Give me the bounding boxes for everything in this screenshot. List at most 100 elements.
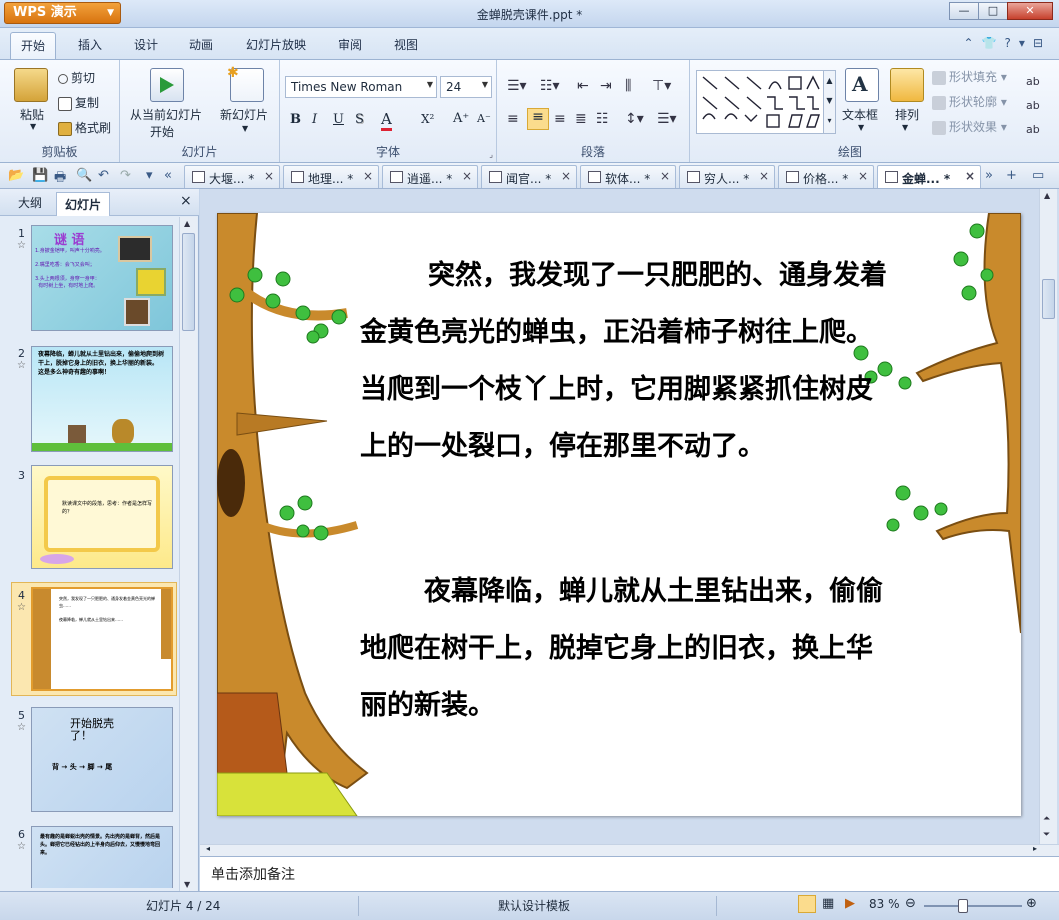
shapes-gallery[interactable]: ▲ ▼ ▾	[696, 70, 836, 134]
open-icon[interactable]: 📂	[8, 168, 24, 183]
from-current-slide-button[interactable]: 从当前幻灯片	[130, 106, 202, 123]
slideshow-icon[interactable]: ▶	[845, 896, 855, 911]
superscript-button[interactable]: X²	[421, 112, 434, 126]
dropdown-icon[interactable]: ▾	[1019, 36, 1033, 50]
close-tab-icon[interactable]: ×	[660, 169, 670, 183]
shape-effect-button[interactable]: 形状效果 ▾	[932, 118, 1007, 135]
close-tab-icon[interactable]: ×	[264, 169, 274, 183]
slide-scrollbar[interactable]: ▲ ⏶ ⏷	[1039, 189, 1057, 844]
scroll-right-icon[interactable]: ▸	[1033, 844, 1037, 853]
slide-thumbnail[interactable]: 默读课文中的段落，思考：作者是怎样写的？	[31, 465, 173, 569]
horizontal-scrollbar[interactable]: ◂ ▸	[200, 844, 1059, 856]
gallery-scroll-icon[interactable]: ▲ ▼ ▾	[823, 71, 835, 133]
scroll-left-icon[interactable]: ◂	[206, 844, 210, 853]
textbox-icon[interactable]: A	[845, 68, 879, 102]
collapse-ribbon-icon[interactable]: ⌃	[964, 36, 982, 50]
fullscreen-icon[interactable]: ⊟	[1033, 36, 1051, 50]
tab-start[interactable]: 开始	[10, 32, 57, 60]
redo-icon[interactable]: ↷	[120, 168, 131, 183]
zoom-in-icon[interactable]: ⊕	[1026, 896, 1037, 911]
undo-icon[interactable]: ↶	[98, 168, 109, 183]
slide-thumbnail[interactable]: 开始脱壳了！ 背 → 头 → 脚 → 尾	[31, 707, 173, 812]
tabs-scroll-right-icon[interactable]: »	[985, 168, 993, 183]
slide-paragraph-1[interactable]: 突然，我发现了一只肥肥的、通身发着金黄色亮光的蝉虫，正沿着柿子树往上爬。当爬到一…	[360, 247, 890, 475]
arrange-button[interactable]: 排列	[895, 106, 919, 123]
new-slide-icon[interactable]: ✱	[227, 65, 264, 102]
tab-slideshow[interactable]: 幻灯片放映	[246, 36, 306, 53]
scroll-up-icon[interactable]: ▲	[184, 219, 190, 228]
thumbnails-scrollbar[interactable]: ▲ ▼	[179, 217, 197, 891]
justify-icon[interactable]: ≣	[575, 111, 587, 127]
arrange-dropdown-icon[interactable]: ▼	[902, 123, 908, 132]
close-tab-icon[interactable]: ×	[965, 169, 975, 183]
align-text-icon[interactable]: ⊤▾	[652, 78, 671, 94]
next-slide-icon[interactable]: ⏷	[1043, 830, 1050, 840]
tab-animation[interactable]: 动画	[189, 36, 213, 53]
tab-outline[interactable]: 大纲	[18, 194, 42, 211]
customize-qat-icon[interactable]: ▾	[146, 168, 153, 183]
scroll-thumb[interactable]	[1042, 279, 1055, 319]
close-tab-icon[interactable]: ×	[561, 169, 571, 183]
scroll-thumb[interactable]	[182, 233, 195, 331]
text-direction-icon[interactable]: ⫼	[625, 78, 631, 94]
tab-review[interactable]: 审阅	[338, 36, 362, 53]
shape-outline-button[interactable]: 形状轮廓 ▾	[932, 93, 1007, 110]
tabs-scroll-left-icon[interactable]: «	[164, 168, 172, 183]
doc-tab[interactable]: 价格... * ×	[778, 165, 874, 188]
doc-tab[interactable]: 软体... * ×	[580, 165, 676, 188]
format-painter-button[interactable]: 格式刷	[58, 119, 111, 136]
grow-font-button[interactable]: A⁺	[453, 111, 469, 126]
minimize-button[interactable]: —	[949, 2, 979, 20]
paste-button[interactable]: 粘贴	[20, 106, 44, 123]
slide-thumbnail[interactable]: 夜幕降临，蝉儿就从土里钻出来，偷偷地爬到树干上，脱掉它身上的旧衣，换上华丽的新装…	[31, 346, 173, 452]
slide-canvas[interactable]: 突然，我发现了一只肥肥的、通身发着金黄色亮光的蝉虫，正沿着柿子树往上爬。当爬到一…	[217, 213, 1021, 816]
slide-paragraph-2[interactable]: 夜幕降临，蝉儿就从土里钻出来，偷偷地爬在树干上，脱掉它身上的旧衣，换上华丽的新装…	[360, 563, 890, 734]
zoom-slider-thumb[interactable]	[958, 899, 968, 913]
distributed-icon[interactable]: ☷	[596, 111, 609, 127]
new-tab-icon[interactable]: +	[1006, 168, 1017, 183]
align-center-icon[interactable]: ≡	[527, 108, 549, 130]
font-size-select[interactable]: 24 ▼	[440, 76, 492, 98]
new-slide-dropdown-icon[interactable]: ▼	[242, 124, 248, 133]
maximize-button[interactable]: □	[978, 2, 1008, 20]
increase-indent-icon[interactable]: ⇥	[600, 78, 612, 94]
arrange-icon[interactable]	[890, 68, 924, 102]
slide-thumbnail-current[interactable]: 突然，我发现了一只肥肥的、通身发着金黄色亮光的蝉虫…… 夜幕降临，蝉儿就从土里钻…	[31, 587, 173, 691]
tab-view[interactable]: 视图	[394, 36, 418, 53]
italic-button[interactable]: I	[312, 112, 317, 127]
zoom-out-icon[interactable]: ⊖	[905, 896, 916, 911]
shadow-button[interactable]: S	[355, 112, 364, 127]
shape-fill-button[interactable]: 形状填充 ▾	[932, 68, 1007, 85]
numbering-icon[interactable]: ☷▾	[540, 78, 560, 94]
print-preview-icon[interactable]: 🔍	[76, 168, 92, 183]
print-icon[interactable]: 🖶	[54, 168, 66, 190]
close-tab-icon[interactable]: ×	[462, 169, 472, 183]
paste-dropdown-icon[interactable]: ▼	[30, 122, 36, 131]
close-window-button[interactable]: ✕	[1007, 2, 1053, 20]
skin-icon[interactable]: 👕	[982, 36, 1005, 50]
bold-button[interactable]: B	[290, 112, 301, 127]
normal-view-icon[interactable]	[798, 895, 816, 913]
close-tab-icon[interactable]: ×	[858, 169, 868, 183]
line-spacing-icon[interactable]: ↕▾	[625, 111, 644, 127]
tab-slides[interactable]: 幻灯片	[56, 192, 111, 216]
previous-slide-icon[interactable]: ⏶	[1043, 814, 1050, 824]
scroll-down-icon[interactable]: ▼	[184, 880, 190, 889]
paragraph-spacing-icon[interactable]: ☰▾	[657, 111, 677, 127]
textbox-dropdown-icon[interactable]: ▼	[858, 123, 864, 132]
new-slide-button[interactable]: 新幻灯片	[220, 106, 268, 123]
doc-tab[interactable]: 闻官... * ×	[481, 165, 577, 188]
zoom-slider[interactable]	[924, 905, 1022, 907]
scroll-up-icon[interactable]: ▲	[1044, 191, 1050, 200]
paste-icon[interactable]	[14, 68, 48, 102]
notes-area[interactable]: 单击添加备注	[200, 856, 1059, 891]
underline-button[interactable]: U	[333, 112, 344, 127]
help-icon[interactable]: ?	[1005, 36, 1019, 50]
close-tab-icon[interactable]: ×	[363, 169, 373, 183]
shrink-font-button[interactable]: A⁻	[477, 112, 491, 125]
save-icon[interactable]: 💾	[32, 168, 48, 183]
bullets-icon[interactable]: ☰▾	[507, 78, 527, 94]
tab-design[interactable]: 设计	[134, 36, 158, 53]
close-pane-icon[interactable]: ×	[180, 193, 192, 209]
doc-tab[interactable]: 大堰... * ×	[184, 165, 280, 188]
